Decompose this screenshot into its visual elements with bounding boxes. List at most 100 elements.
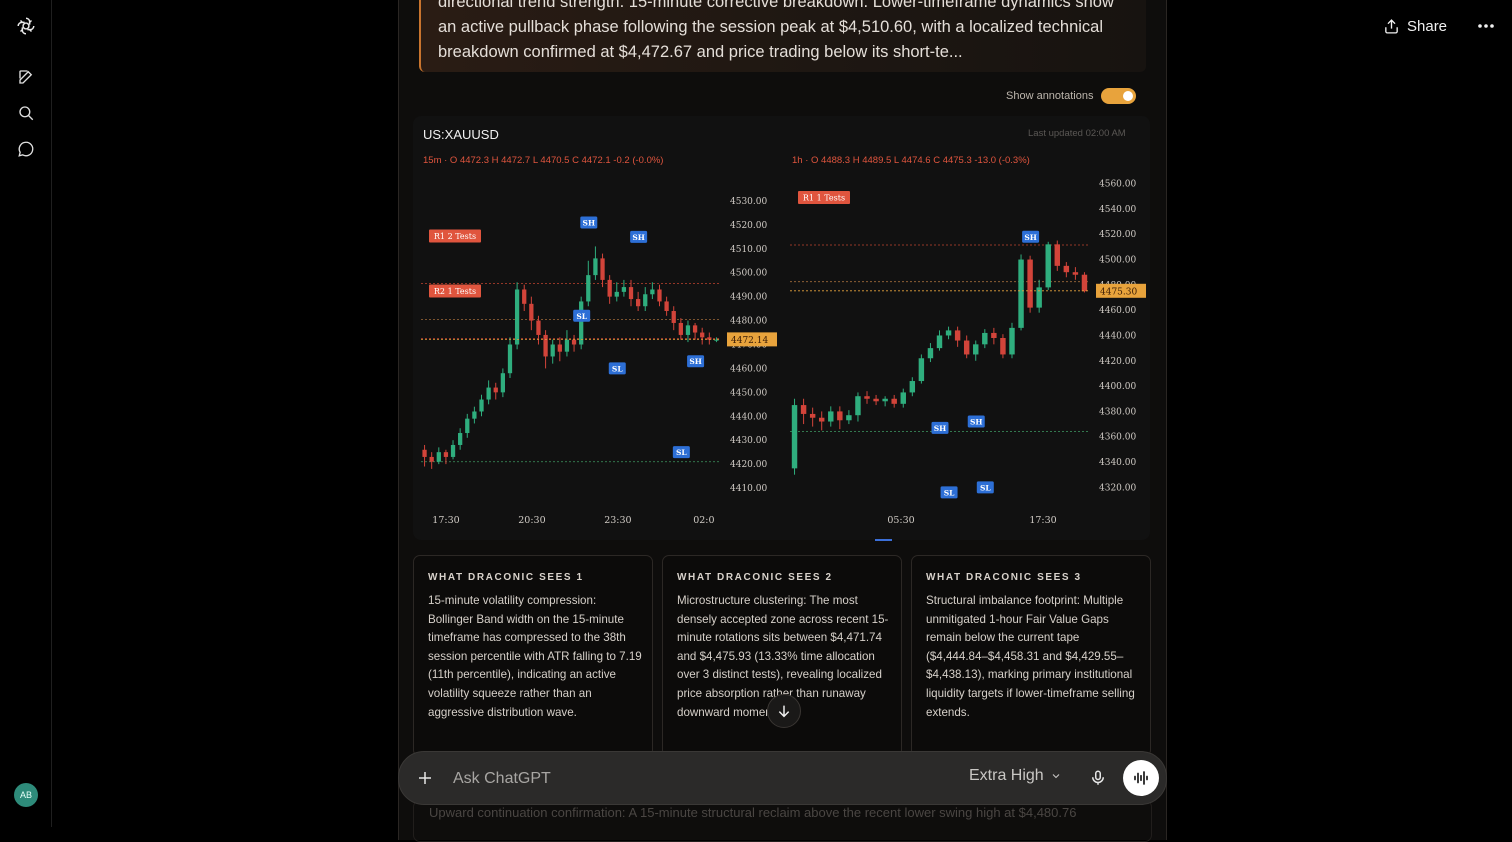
candle <box>927 348 934 359</box>
swing-marker-label: SH <box>934 424 947 433</box>
candle <box>579 301 584 345</box>
candle <box>882 398 888 402</box>
candle <box>635 299 641 307</box>
tile-body: Structural imbalance footprint: Multiple… <box>926 594 1135 719</box>
swing-marker-label: SH <box>689 357 702 366</box>
annotations-control: Show annotations <box>1006 88 1137 104</box>
more-options-icon[interactable] <box>1474 14 1498 38</box>
candle <box>1081 274 1088 292</box>
new-chat-icon[interactable] <box>14 65 38 89</box>
arrow-down-icon <box>778 705 790 718</box>
candle <box>963 340 970 355</box>
candle <box>1072 272 1079 275</box>
model-selector[interactable]: Extra High <box>969 767 1062 785</box>
x-tick-label: 23:30 <box>604 515 631 526</box>
chart-15m[interactable]: 4530.00 4520.00 4510.00 4500.00 4490.00 4480.… <box>413 170 783 532</box>
candle <box>600 258 605 280</box>
y-tick-label: 4480.00 <box>730 317 767 327</box>
candle <box>864 396 870 399</box>
y-tick-label: 4420.00 <box>1099 357 1136 367</box>
tile-heading: WHAT DRACONIC SEES 1 <box>428 572 584 583</box>
candle <box>436 452 441 462</box>
swing-marker-label: SH <box>970 418 983 427</box>
add-attachment-button[interactable] <box>413 766 437 790</box>
swing-marker-label: SL <box>676 448 687 457</box>
candle <box>529 303 534 321</box>
candle <box>818 417 825 422</box>
candle <box>954 330 961 341</box>
candle <box>486 387 491 400</box>
microphone-icon[interactable] <box>1086 766 1110 790</box>
candle <box>1018 259 1024 328</box>
candle <box>472 411 477 419</box>
y-tick-label: 4380.00 <box>1099 407 1136 417</box>
price-label: 4472.14 <box>731 336 768 346</box>
candle <box>458 433 463 445</box>
carousel-indicator <box>875 539 892 541</box>
y-tick-label: 4360.00 <box>1099 433 1136 443</box>
candle <box>514 289 520 345</box>
candle <box>1027 259 1033 308</box>
ohlc-readout-15m: 15m · O 4472.3 H 4472.7 L 4470.5 C 4472.… <box>423 155 664 166</box>
annotations-toggle[interactable] <box>1101 88 1137 104</box>
x-tick-label: 02:0 <box>693 515 714 526</box>
y-tick-label: 4430.00 <box>730 436 767 446</box>
candle <box>791 405 798 469</box>
summary-box: directional trend strength. 15-minute co… <box>419 0 1146 72</box>
candle <box>685 325 691 335</box>
share-icon <box>1385 18 1398 34</box>
last-updated: Last updated 02:00 AM <box>1028 128 1126 139</box>
candle <box>507 344 513 374</box>
swing-marker-label: SL <box>944 488 955 497</box>
plus-icon <box>419 772 431 784</box>
chart-1h[interactable]: 4560.004540.004520.004500.004480.004460.… <box>783 170 1150 532</box>
y-tick-label: 4510.00 <box>730 245 767 255</box>
scroll-down-button[interactable] <box>767 694 801 728</box>
y-tick-label: 4520.00 <box>730 221 767 231</box>
y-tick-label: 4500.00 <box>1099 256 1136 266</box>
candle <box>1000 338 1006 355</box>
x-tick-label: 20:30 <box>518 515 545 526</box>
summary-line: breakdown confirmed at $4,472.67 and pri… <box>438 43 963 61</box>
tile-body: 15-minute volatility compression: Bollin… <box>428 594 642 719</box>
share-button[interactable]: Share <box>1383 14 1447 38</box>
chat-bubble-icon[interactable] <box>14 137 38 161</box>
summary-line: an active pullback phase following the s… <box>438 18 1104 36</box>
candle <box>443 452 449 457</box>
candle <box>828 411 834 422</box>
y-tick-label: 4490.00 <box>730 293 767 303</box>
candle <box>945 330 952 336</box>
y-tick-label: 4410.00 <box>730 484 767 494</box>
voice-mode-button[interactable] <box>1123 760 1159 796</box>
candle <box>991 332 997 338</box>
candle <box>973 344 979 355</box>
candle <box>621 287 627 292</box>
candle <box>855 396 861 416</box>
y-tick-label: 4440.00 <box>730 412 767 422</box>
candle <box>450 444 456 457</box>
candle <box>465 418 470 434</box>
swing-marker-label: SH <box>583 218 596 227</box>
candle <box>846 415 852 421</box>
model-label: Extra High <box>969 767 1044 784</box>
candle <box>479 399 484 412</box>
swing-marker-label: SH <box>1024 233 1037 242</box>
candle <box>550 344 555 357</box>
openai-logo-icon[interactable] <box>14 14 38 38</box>
candle <box>628 287 634 300</box>
y-tick-label: 4450.00 <box>730 388 767 398</box>
chart-symbol: US:XAUUSD <box>423 127 499 142</box>
candle <box>714 339 719 341</box>
avatar[interactable]: AB <box>14 783 38 807</box>
candle <box>800 405 807 414</box>
y-tick-label: 4540.00 <box>1099 205 1136 215</box>
chevron-down-icon <box>1052 774 1060 779</box>
candle <box>643 294 648 307</box>
y-tick-label: 4560.00 <box>1099 180 1136 190</box>
search-icon[interactable] <box>14 101 38 125</box>
y-tick-label: 4460.00 <box>1099 306 1136 316</box>
candle <box>657 289 662 302</box>
candle <box>522 289 527 304</box>
candle <box>607 279 612 297</box>
ask-input[interactable] <box>451 766 875 792</box>
